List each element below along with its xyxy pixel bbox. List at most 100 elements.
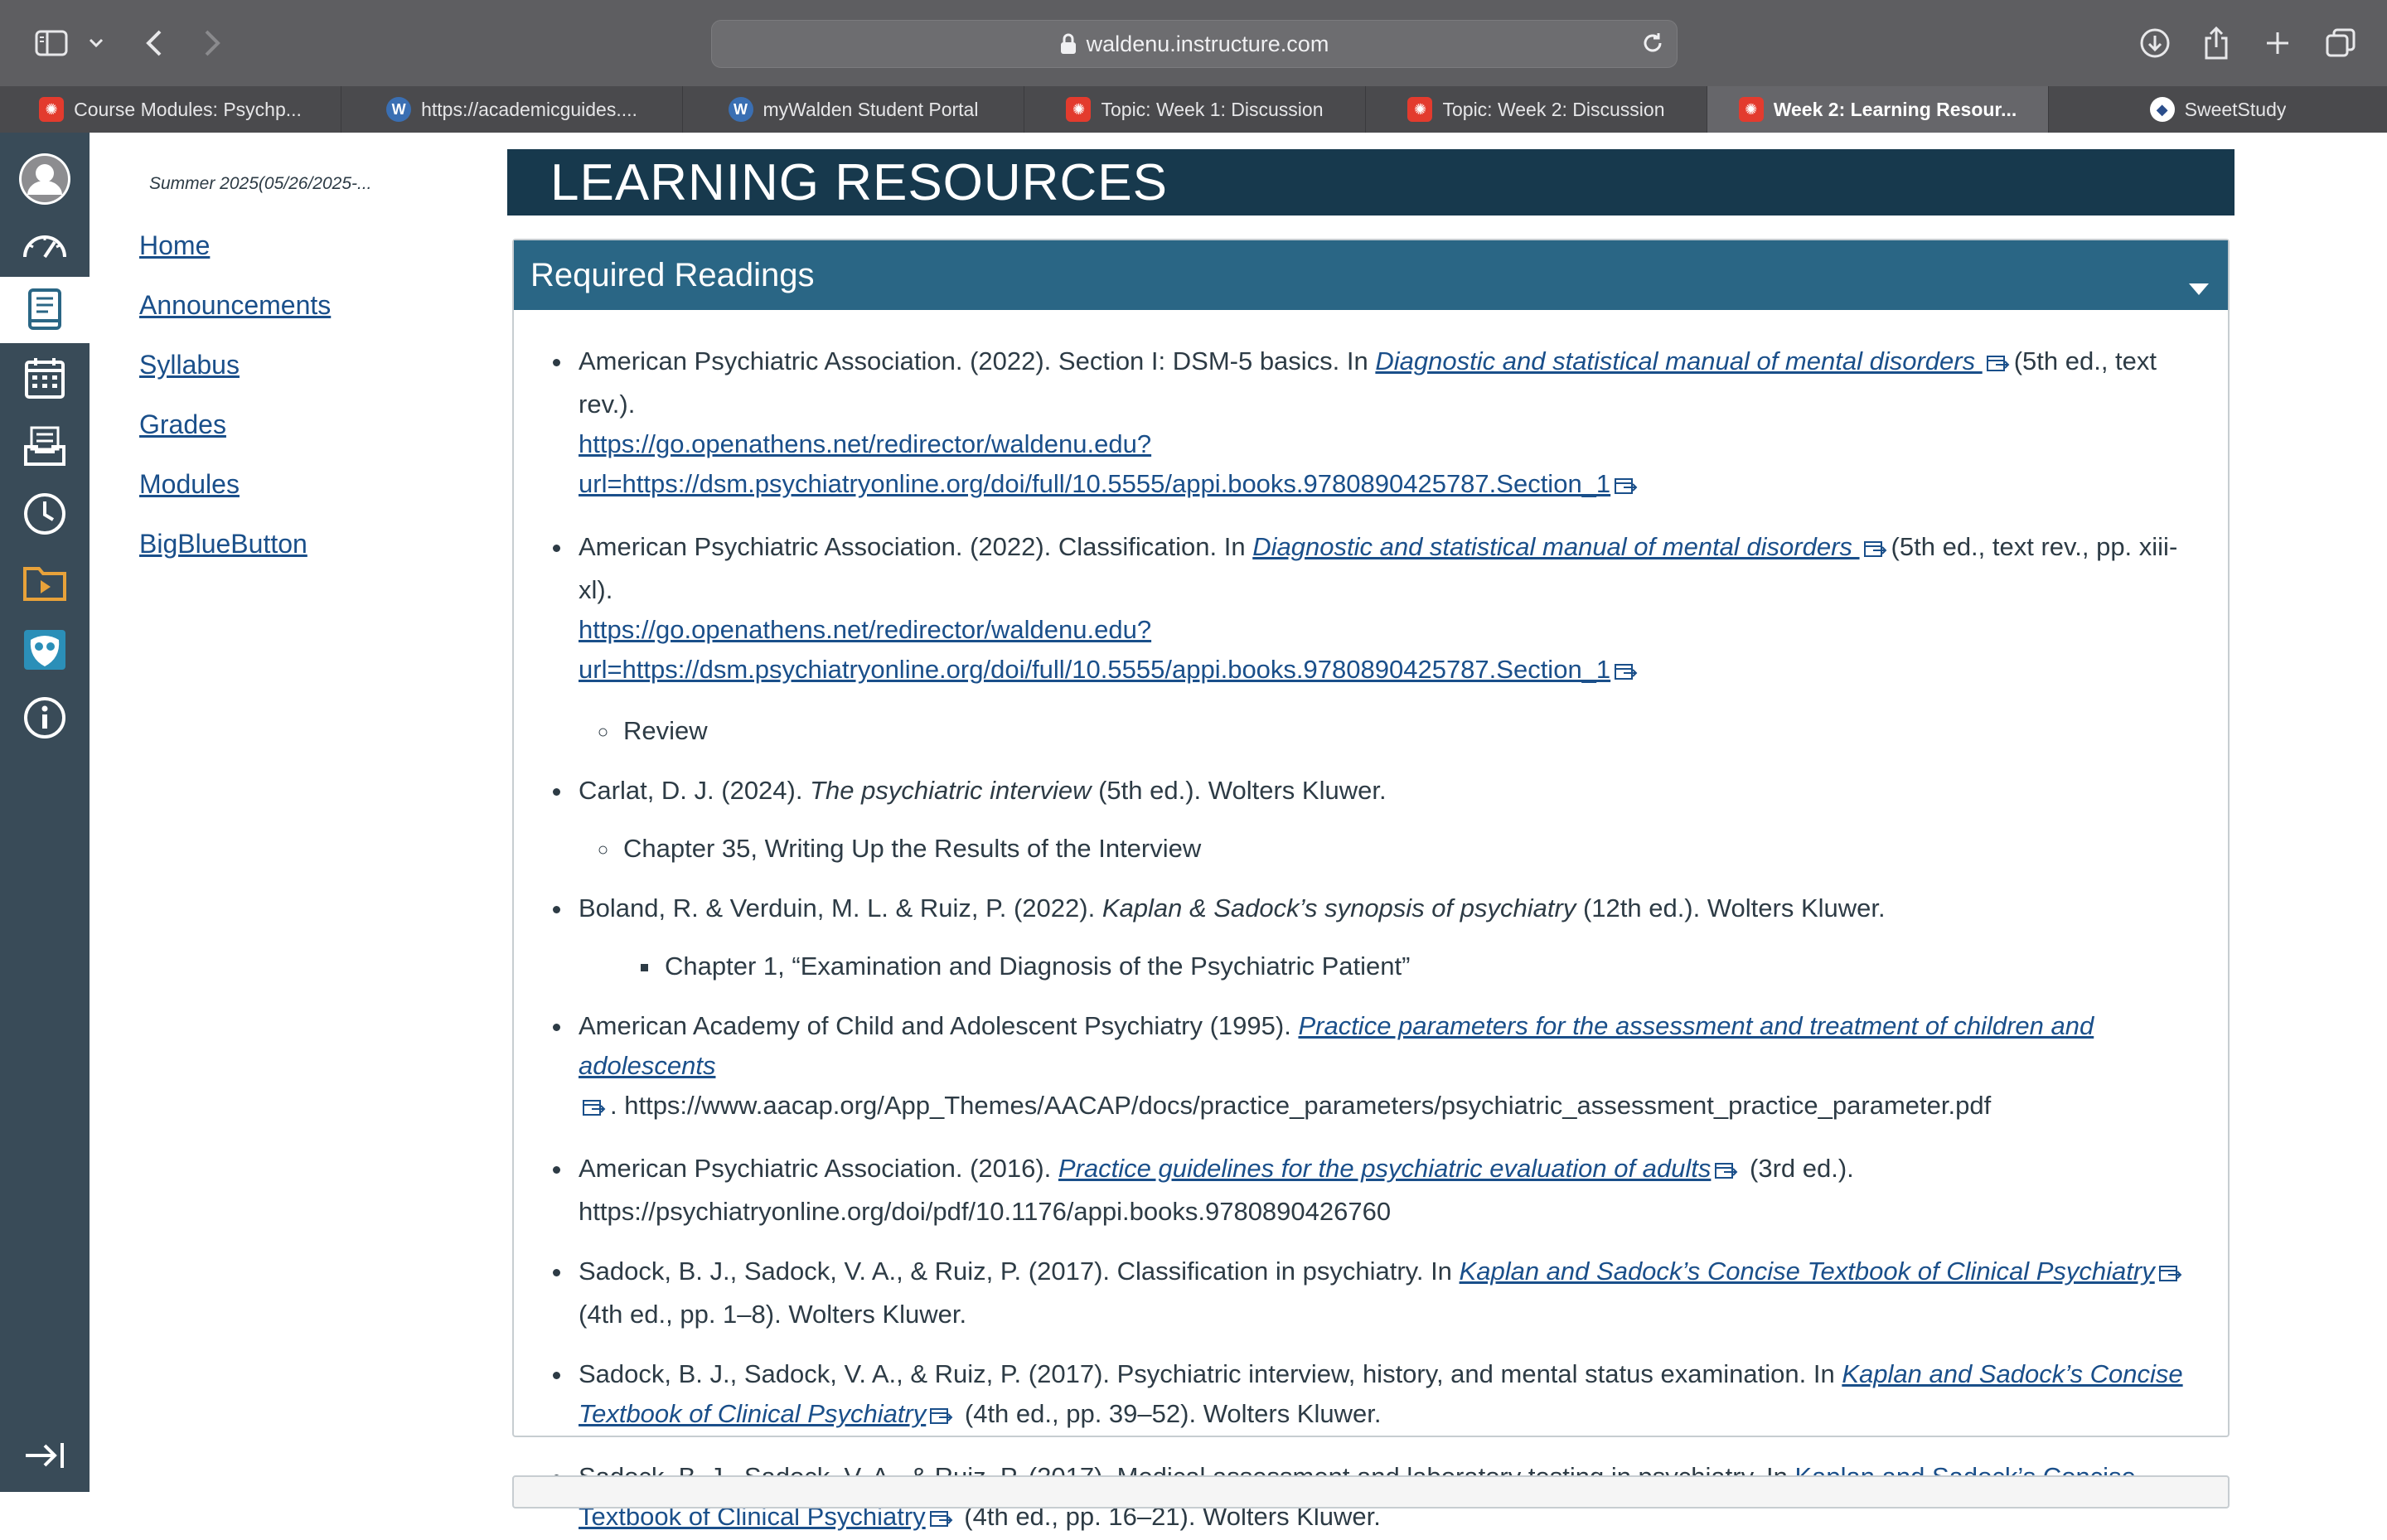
ref-text: https://psychiatryonline.org/doi/pdf/10.…: [579, 1197, 1392, 1226]
apa-practice-guidelines-link[interactable]: Practice guidelines for the psychiatric …: [1058, 1154, 1712, 1183]
dsm-link[interactable]: Diagnostic and statistical manual of men…: [1375, 346, 1982, 375]
tab-bar: ✺ Course Modules: Psychp... W https://ac…: [0, 86, 2387, 133]
tab-overview-icon[interactable]: [2322, 22, 2359, 65]
external-link-icon: [1614, 653, 1639, 693]
ref-text: (5th ed.). Wolters Kluwer.: [1091, 776, 1387, 805]
ref-text: (3rd ed.).: [1742, 1154, 1854, 1183]
ref-text: American Academy of Child and Adolescent…: [579, 1011, 1299, 1040]
address-bar[interactable]: waldenu.instructure.com: [711, 20, 1678, 68]
new-tab-icon[interactable]: [2261, 22, 2294, 65]
external-link-icon: [1614, 467, 1639, 507]
tab-label: Week 2: Learning Resour...: [1773, 98, 2017, 120]
tab-label: Topic: Week 1: Discussion: [1101, 98, 1324, 120]
sidebar-toggle-icon[interactable]: [31, 22, 71, 65]
url-text: url=https://dsm.psychiatryonline.org/doi…: [579, 655, 1611, 684]
global-nav: [0, 133, 90, 1492]
account-icon[interactable]: [0, 138, 90, 220]
ref-text: Carlat, D. J. (2024).: [579, 776, 811, 805]
dsm-link[interactable]: Diagnostic and statistical manual of men…: [1252, 532, 1859, 561]
openathens-url-link[interactable]: https://go.openathens.net/redirector/wal…: [579, 615, 1610, 684]
url-text: https://go.openathens.net/redirector/wal…: [579, 429, 1152, 458]
canvas-icon: ✺: [1407, 97, 1433, 122]
list-item: Sadock, B. J., Sadock, V. A., & Ruiz, P.…: [574, 1354, 2211, 1437]
accordion-header[interactable]: Required Readings: [514, 240, 2228, 310]
course-nav-bigbluebutton[interactable]: BigBlueButton: [139, 529, 307, 559]
reading-list: American Psychiatric Association. (2022)…: [544, 341, 2211, 1540]
files-icon[interactable]: [0, 549, 90, 615]
tab-label: SweetStudy: [2184, 98, 2287, 120]
tab-week2-learning-resources[interactable]: ✺ Week 2: Learning Resour...: [1707, 86, 2049, 133]
course-nav: Summer 2025(05/26/2025-... Home Announce…: [90, 133, 506, 1492]
list-item: Carlat, D. J. (2024). The psychiatric in…: [574, 771, 2211, 869]
reload-icon[interactable]: [1640, 31, 1665, 61]
url-text: url=https://dsm.psychiatryonline.org/doi…: [579, 469, 1611, 498]
browser-toolbar: waldenu.instructure.com: [0, 0, 2387, 86]
ref-text: American Psychiatric Association. (2022)…: [579, 346, 1376, 375]
collapse-nav-icon[interactable]: [0, 1422, 90, 1489]
canvas-icon: ✺: [39, 97, 65, 122]
dashboard-icon[interactable]: [0, 211, 90, 277]
help-icon[interactable]: [0, 685, 90, 751]
section-title: Required Readings: [530, 256, 815, 293]
tab-label: https://academicguides....: [421, 98, 637, 120]
sub-list: Chapter 35, Writing Up the Results of th…: [579, 829, 2211, 869]
book-title: The psychiatric interview: [810, 776, 1092, 805]
wordpress-icon: W: [728, 97, 753, 122]
list-item: Boland, R. & Verduin, M. L. & Ruiz, P. (…: [574, 889, 2211, 986]
external-link-icon: [1714, 1152, 1739, 1192]
required-readings-panel: Required Readings American Psychiatric A…: [512, 239, 2230, 1531]
openathens-url-link[interactable]: https://go.openathens.net/redirector/wal…: [579, 429, 1610, 498]
ref-text: American Psychiatric Association. (2016)…: [579, 1154, 1058, 1183]
caret-down-icon[interactable]: [2188, 267, 2210, 304]
url-text: waldenu.instructure.com: [1086, 31, 1329, 56]
sweetstudy-icon: ◆: [2149, 97, 2175, 122]
back-icon[interactable]: [138, 22, 171, 65]
tab-label: Topic: Week 2: Discussion: [1442, 98, 1665, 120]
canvas-icon: ✺: [1066, 97, 1092, 122]
kaplan-concise-textbook-link[interactable]: Kaplan and Sadock’s Concise Textbook of …: [1460, 1257, 2155, 1286]
list-item: American Academy of Child and Adolescent…: [574, 1006, 2211, 1129]
tab-course-modules[interactable]: ✺ Course Modules: Psychp...: [0, 86, 341, 133]
sub-list-item: Chapter 1, “Examination and Diagnosis of…: [661, 947, 2211, 986]
tab-label: Course Modules: Psychp...: [74, 98, 302, 120]
readings-body: American Psychiatric Association. (2022)…: [514, 310, 2228, 1540]
tab-mywalden-portal[interactable]: W myWalden Student Portal: [683, 86, 1024, 133]
term-label: Summer 2025(05/26/2025-...: [149, 174, 372, 193]
ref-text: (4th ed., pp. 39–52). Wolters Kluwer.: [957, 1399, 1382, 1428]
external-link-icon: [929, 1397, 954, 1437]
tab-week2-discussion[interactable]: ✺ Topic: Week 2: Discussion: [1366, 86, 1707, 133]
owl-icon[interactable]: [0, 617, 90, 683]
list-item: American Psychiatric Association. (2016)…: [574, 1149, 2211, 1232]
external-link-icon: [1986, 345, 2011, 385]
book-title: Kaplan & Sadock’s synopsis of psychiatry: [1102, 893, 1576, 923]
sub-list: Chapter 1, “Examination and Diagnosis of…: [579, 947, 2211, 986]
wordpress-icon: W: [386, 97, 412, 122]
course-nav-syllabus[interactable]: Syllabus: [139, 350, 240, 380]
tab-academic-guides[interactable]: W https://academicguides....: [341, 86, 683, 133]
course-nav-announcements[interactable]: Announcements: [139, 290, 331, 321]
download-icon[interactable]: [2137, 22, 2173, 65]
course-nav-grades[interactable]: Grades: [139, 409, 226, 440]
course-nav-modules[interactable]: Modules: [139, 469, 240, 500]
external-link-icon: [2158, 1255, 2183, 1295]
next-panel-edge: [512, 1475, 2230, 1509]
ref-text: American Psychiatric Association. (2022)…: [579, 532, 1253, 561]
list-item: American Psychiatric Association. (2022)…: [574, 341, 2211, 507]
tab-sweetstudy[interactable]: ◆ SweetStudy: [2049, 86, 2387, 133]
url-text: https://go.openathens.net/redirector/wal…: [579, 615, 1152, 644]
forward-icon[interactable]: [196, 22, 229, 65]
sub-list-item: Chapter 35, Writing Up the Results of th…: [620, 829, 2211, 869]
canvas-icon: ✺: [1738, 97, 1764, 122]
share-icon[interactable]: [2200, 22, 2233, 65]
tab-week1-discussion[interactable]: ✺ Topic: Week 1: Discussion: [1024, 86, 1366, 133]
history-icon[interactable]: [0, 481, 90, 547]
tab-label: myWalden Student Portal: [763, 98, 979, 120]
external-link-icon: [1863, 530, 1888, 570]
calendar-icon[interactable]: [0, 345, 90, 411]
inbox-icon[interactable]: [0, 413, 90, 479]
courses-icon[interactable]: [0, 277, 90, 343]
page-title: LEARNING RESOURCES: [507, 149, 2234, 216]
chevron-down-icon[interactable]: [86, 22, 106, 65]
course-nav-home[interactable]: Home: [139, 230, 210, 261]
sub-list-item: Review: [620, 711, 2211, 751]
